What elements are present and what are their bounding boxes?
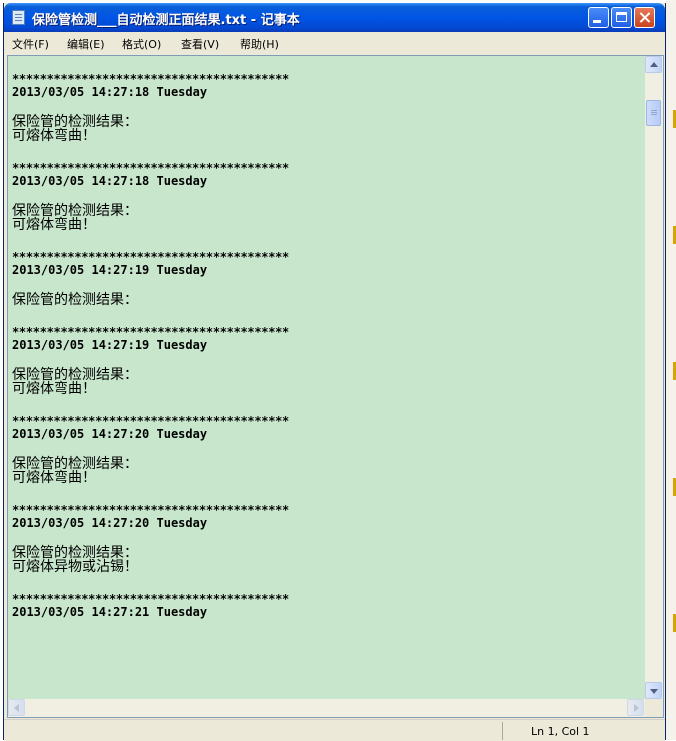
separator-line: **************************************** xyxy=(12,250,289,263)
status-pane: Ln 1, Col 1 xyxy=(502,722,663,740)
scroll-down-icon[interactable] xyxy=(645,682,662,699)
result-heading: 保险管的检测结果： xyxy=(12,367,138,383)
maximize-icon[interactable] xyxy=(611,7,632,28)
result-detail: 可熔体弯曲！ xyxy=(12,128,96,144)
entry-datetime: 2013/03/05 14:27:20 Tuesday xyxy=(12,516,208,530)
separator-line: **************************************** xyxy=(12,161,289,174)
close-icon[interactable] xyxy=(634,7,655,28)
menu-view[interactable]: 查看(V) xyxy=(181,36,219,52)
entry-datetime: 2013/03/05 14:27:21 Tuesday xyxy=(12,605,208,619)
entry-datetime: 2013/03/05 14:27:18 Tuesday xyxy=(12,174,208,188)
log-entry: ****************************************… xyxy=(12,161,644,250)
result-detail: 可熔体异物或沾锡！ xyxy=(12,559,138,575)
result-heading: 保险管的检测结果： xyxy=(12,545,138,561)
separator-line: **************************************** xyxy=(12,72,289,85)
menu-file[interactable]: 文件(F) xyxy=(12,36,49,52)
log-entry: ****************************************… xyxy=(12,503,644,592)
desktop-background xyxy=(666,0,676,740)
log-entry: ****************************************… xyxy=(12,72,644,161)
scroll-thumb[interactable] xyxy=(646,100,661,126)
log-entry: ****************************************… xyxy=(12,592,644,621)
menu-help[interactable]: 帮助(H) xyxy=(240,36,279,52)
result-heading: 保险管的检测结果： xyxy=(12,114,138,130)
status-bar: Ln 1, Col 1 xyxy=(4,719,665,741)
result-detail: 可熔体弯曲！ xyxy=(12,470,96,486)
entry-datetime: 2013/03/05 14:27:18 Tuesday xyxy=(12,85,208,99)
log-entry: ****************************************… xyxy=(12,250,644,325)
minimize-icon[interactable] xyxy=(588,7,609,28)
window-title: 保险管检测___自动检测正面结果.txt - 记事本 xyxy=(32,13,300,28)
cursor-position: Ln 1, Col 1 xyxy=(531,725,590,738)
result-heading: 保险管的检测结果： xyxy=(12,456,138,472)
entry-datetime: 2013/03/05 14:27:20 Tuesday xyxy=(12,427,208,441)
menu-edit[interactable]: 编辑(E) xyxy=(67,36,105,52)
entry-datetime: 2013/03/05 14:27:19 Tuesday xyxy=(12,263,208,277)
scrollbar-corner xyxy=(645,699,663,717)
separator-line: **************************************** xyxy=(12,414,289,427)
result-heading: 保险管的检测结果： xyxy=(12,203,138,219)
notepad-icon[interactable] xyxy=(12,10,25,25)
text-editor[interactable]: ****************************************… xyxy=(7,55,664,718)
separator-line: **************************************** xyxy=(12,503,289,516)
scroll-up-icon[interactable] xyxy=(645,56,662,73)
log-entry: ****************************************… xyxy=(12,325,644,414)
separator-line: **************************************** xyxy=(12,325,289,338)
result-heading: 保险管的检测结果： xyxy=(12,292,138,308)
title-bar[interactable]: 保险管检测___自动检测正面结果.txt - 记事本 xyxy=(4,3,665,32)
menu-format[interactable]: 格式(O) xyxy=(122,36,161,52)
log-entry: ****************************************… xyxy=(12,414,644,503)
notepad-window: 保险管检测___自动检测正面结果.txt - 记事本 文件(F) 编辑(E) 格… xyxy=(3,3,666,741)
result-detail: 可熔体弯曲！ xyxy=(12,217,96,233)
horizontal-scrollbar[interactable] xyxy=(8,699,645,717)
scroll-left-icon[interactable] xyxy=(8,699,25,716)
vertical-scrollbar[interactable] xyxy=(645,56,663,699)
result-detail: 可熔体弯曲！ xyxy=(12,381,96,397)
menu-bar: 文件(F) 编辑(E) 格式(O) 查看(V) 帮助(H) xyxy=(4,32,665,54)
entry-datetime: 2013/03/05 14:27:19 Tuesday xyxy=(12,338,208,352)
document-text[interactable]: ****************************************… xyxy=(10,56,644,699)
scroll-right-icon[interactable] xyxy=(627,699,644,716)
separator-line: **************************************** xyxy=(12,592,289,605)
